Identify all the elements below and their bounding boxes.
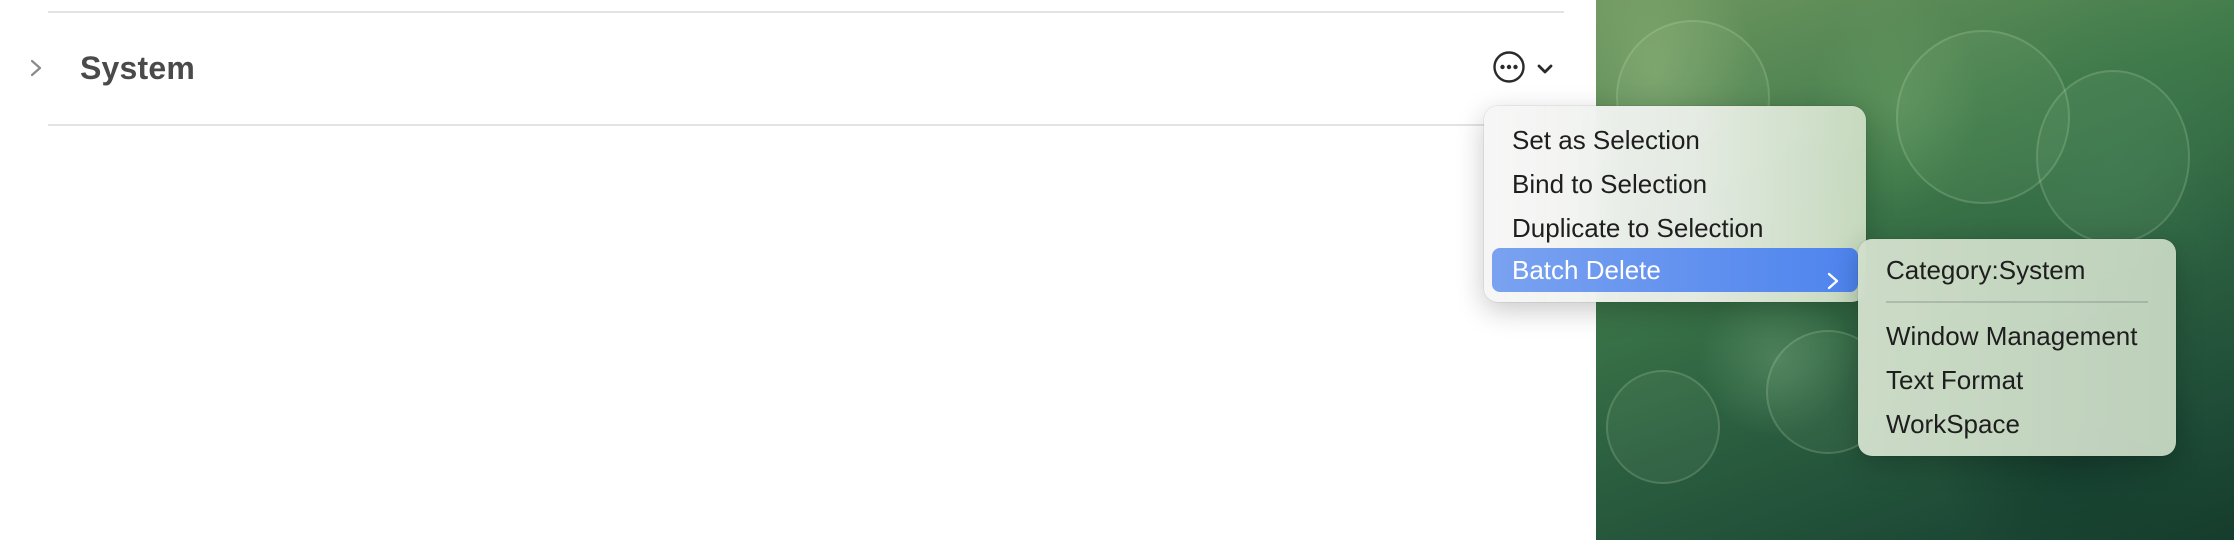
batch-delete-submenu: Category:System Window Management Text F…: [1858, 239, 2176, 456]
ellipsis-circle-icon: [1492, 50, 1526, 89]
main-panel: System: [0, 0, 1596, 540]
chevron-down-icon: [1536, 62, 1554, 76]
submenu-item-label: Text Format: [1886, 365, 2024, 395]
menu-item-set-as-selection[interactable]: Set as Selection: [1492, 118, 1858, 162]
submenu-item-window-management[interactable]: Window Management: [1866, 314, 2168, 358]
submenu-header-label: Category:System: [1886, 255, 2086, 285]
submenu-item-label: WorkSpace: [1886, 409, 2020, 439]
menu-item-label: Duplicate to Selection: [1512, 213, 1764, 243]
menu-item-label: Batch Delete: [1512, 255, 1661, 285]
more-options-button[interactable]: [1492, 50, 1562, 89]
menu-item-bind-to-selection[interactable]: Bind to Selection: [1492, 162, 1858, 206]
menu-item-duplicate-to-selection[interactable]: Duplicate to Selection: [1492, 206, 1858, 250]
context-menu: Set as Selection Bind to Selection Dupli…: [1484, 106, 1866, 302]
submenu-item-workspace[interactable]: WorkSpace: [1866, 402, 2168, 446]
submenu-header-category[interactable]: Category:System: [1866, 248, 2168, 292]
menu-item-batch-delete[interactable]: Batch Delete: [1492, 248, 1858, 292]
divider-top: [48, 11, 1564, 13]
section-title: System: [80, 50, 196, 86]
app-window: System Set as Selection Bind to Selectio…: [0, 0, 2234, 540]
menu-item-label: Bind to Selection: [1512, 169, 1708, 199]
menu-item-label: Set as Selection: [1512, 125, 1700, 155]
submenu-item-label: Window Management: [1886, 321, 2138, 351]
expand-chevron-icon[interactable]: [26, 58, 46, 78]
divider-bottom: [48, 124, 1564, 126]
chevron-right-icon: [1826, 260, 1840, 290]
submenu-separator: [1886, 301, 2148, 303]
submenu-item-text-format[interactable]: Text Format: [1866, 358, 2168, 402]
